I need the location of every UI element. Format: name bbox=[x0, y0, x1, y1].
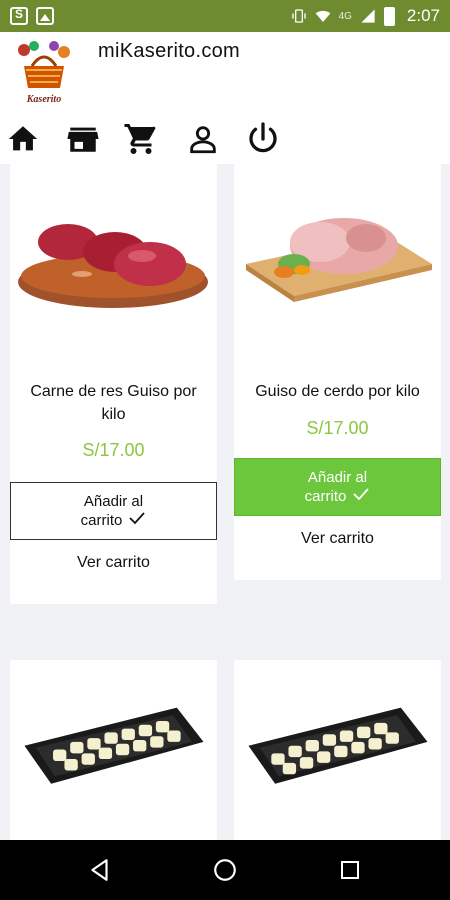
product-name[interactable]: Carne de res Guiso por kilo bbox=[18, 380, 209, 426]
add-to-cart-button[interactable]: Añadir al carrito bbox=[234, 458, 441, 516]
kaserito-logo[interactable]: Kaserito bbox=[10, 36, 78, 108]
view-cart-link[interactable]: Ver carrito bbox=[234, 530, 441, 548]
signal-icon bbox=[361, 9, 375, 23]
status-bar: 4G 2:07 bbox=[0, 0, 450, 32]
home-button[interactable] bbox=[4, 120, 42, 158]
product-image[interactable] bbox=[234, 164, 441, 374]
recents-button[interactable] bbox=[332, 852, 368, 888]
product-grid: Carne de res Guiso por kilo S/17.00 Añad… bbox=[0, 164, 450, 840]
store-button[interactable] bbox=[64, 120, 102, 158]
product-image[interactable] bbox=[234, 660, 441, 840]
circle-home-icon bbox=[214, 859, 236, 881]
cart-button[interactable] bbox=[122, 120, 160, 158]
product-price: S/17.00 bbox=[306, 418, 369, 438]
product-price: S/17.00 bbox=[82, 440, 145, 460]
network-type: 4G bbox=[338, 10, 352, 22]
add-to-cart-label: carrito bbox=[304, 488, 347, 505]
add-to-cart-label: carrito bbox=[80, 512, 123, 529]
view-cart-link[interactable]: Ver carrito bbox=[10, 554, 217, 572]
product-image[interactable] bbox=[10, 660, 217, 840]
s-notification-icon bbox=[10, 7, 28, 25]
photo-icon bbox=[36, 7, 54, 25]
site-title: miKaserito.com bbox=[98, 40, 241, 62]
add-to-cart-label: Añadir al bbox=[307, 469, 368, 486]
product-card bbox=[10, 660, 217, 840]
system-navigation-bar bbox=[0, 840, 450, 900]
app-header: Kaserito miKaserito.com bbox=[0, 32, 450, 114]
product-card: Guiso de cerdo por kilo S/17.00 Añadir a… bbox=[234, 164, 441, 580]
product-name[interactable]: Guiso de cerdo por kilo bbox=[242, 380, 433, 403]
check-icon bbox=[129, 512, 146, 525]
home-icon bbox=[8, 126, 38, 151]
check-icon bbox=[353, 488, 370, 501]
user-icon bbox=[190, 126, 216, 154]
product-card: Carne de res Guiso por kilo S/17.00 Añad… bbox=[10, 164, 217, 604]
cart-icon bbox=[124, 124, 156, 154]
store-icon bbox=[67, 127, 99, 152]
product-card bbox=[234, 660, 441, 840]
back-icon bbox=[91, 859, 108, 881]
add-to-cart-label: Añadir al bbox=[83, 493, 144, 510]
product-image[interactable] bbox=[10, 164, 217, 374]
battery-icon bbox=[383, 6, 395, 26]
square-recents-icon bbox=[341, 861, 359, 879]
logout-button[interactable] bbox=[244, 120, 282, 158]
power-icon bbox=[249, 122, 277, 153]
account-button[interactable] bbox=[184, 120, 222, 158]
wifi-icon bbox=[315, 10, 330, 22]
back-button[interactable] bbox=[82, 852, 118, 888]
add-to-cart-button[interactable]: Añadir al carrito bbox=[10, 482, 217, 540]
svg-text:Kaserito: Kaserito bbox=[26, 94, 61, 105]
main-nav bbox=[0, 114, 450, 164]
status-time: 2:07 bbox=[406, 6, 440, 25]
home-system-button[interactable] bbox=[207, 852, 243, 888]
vibrate-icon bbox=[291, 9, 306, 23]
